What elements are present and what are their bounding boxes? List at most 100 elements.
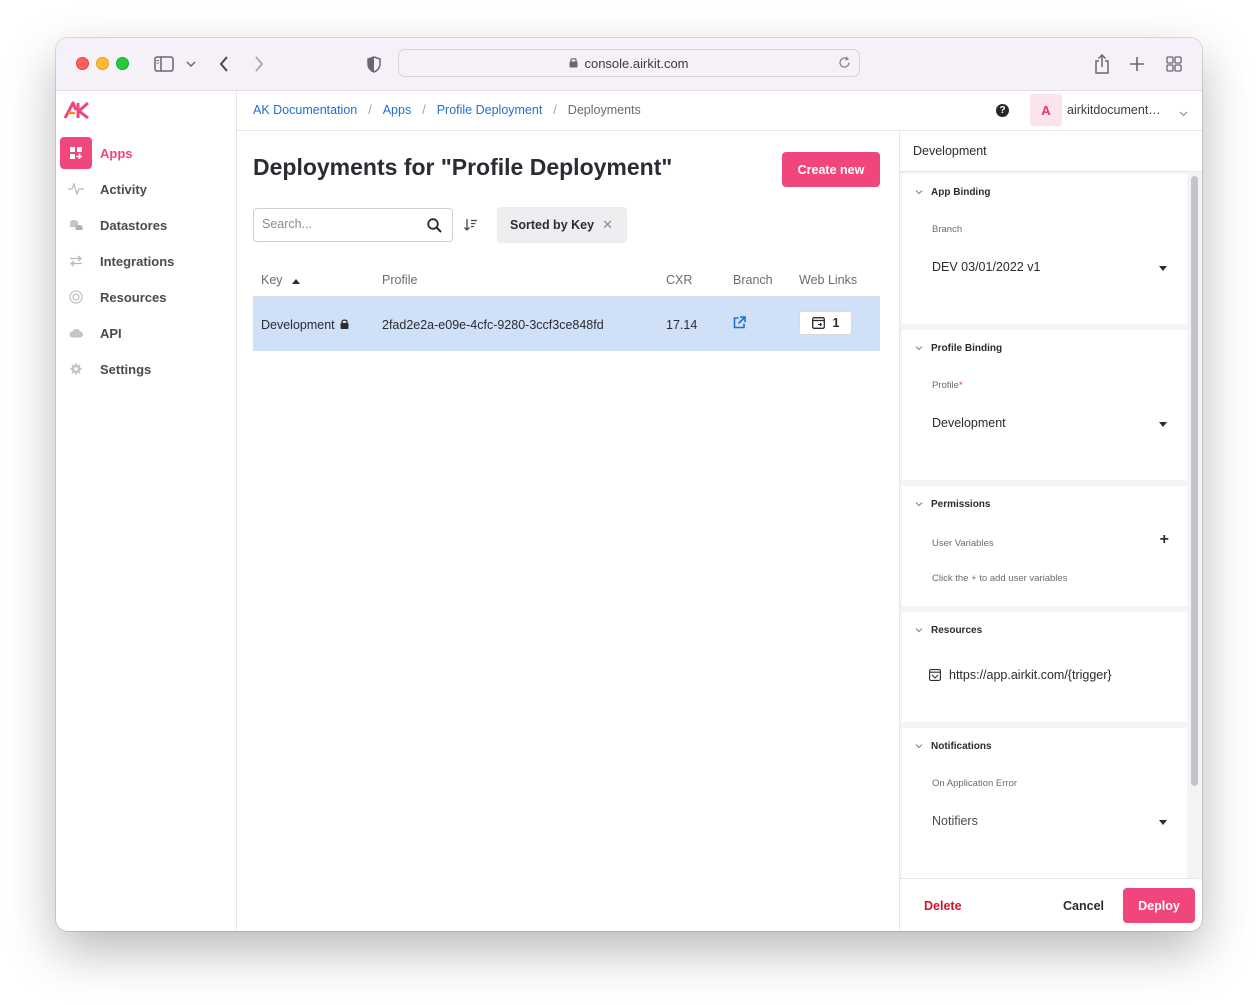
back-icon[interactable]	[217, 53, 231, 75]
reload-icon[interactable]	[838, 56, 851, 72]
new-tab-icon[interactable]	[1127, 53, 1147, 75]
dropdown-caret-icon[interactable]	[1159, 820, 1167, 825]
browser-toolbar: console.airkit.com	[56, 38, 1202, 91]
user-variables-hint: Click the + to add user variables	[932, 573, 1068, 584]
required-mark: *	[958, 380, 963, 391]
section-header[interactable]: Profile Binding	[915, 343, 1002, 354]
panel-scrollbar[interactable]	[1189, 176, 1199, 916]
integrations-icon	[60, 245, 92, 277]
help-icon[interactable]: ?	[996, 104, 1009, 117]
sidebar-item-label: Resources	[100, 289, 167, 305]
panel-title: Development	[900, 132, 1202, 172]
breadcrumb-current: Deployments	[567, 103, 641, 117]
breadcrumb-link[interactable]: Apps	[383, 103, 412, 117]
sidebar-item-apps[interactable]: Apps	[60, 137, 230, 169]
tab-overview-icon[interactable]	[1164, 53, 1184, 75]
web-link-icon	[811, 317, 825, 329]
sidebar-item-api[interactable]: API	[60, 317, 230, 349]
section-title: Permissions	[931, 499, 991, 510]
share-icon[interactable]	[1092, 53, 1112, 75]
row-key: Development	[261, 318, 349, 332]
profile-binding-section: Profile Binding Profile* Development	[902, 330, 1187, 480]
column-header-key[interactable]: Key	[261, 273, 301, 287]
section-header[interactable]: Notifications	[915, 741, 992, 752]
section-title: Notifications	[931, 741, 992, 752]
section-header[interactable]: Resources	[915, 625, 982, 636]
profile-label: Profile*	[932, 380, 963, 391]
breadcrumb-link[interactable]: Profile Deployment	[437, 103, 543, 117]
avatar[interactable]: A	[1030, 94, 1062, 126]
section-header[interactable]: Permissions	[915, 499, 990, 510]
org-name[interactable]: airkitdocumentation	[1067, 103, 1162, 117]
close-icon[interactable]: ✕	[602, 218, 613, 231]
sidebar-toggle-icon[interactable]	[153, 53, 175, 75]
sidebar-item-integrations[interactable]: Integrations	[60, 245, 230, 277]
lock-icon	[340, 319, 349, 329]
web-links-button[interactable]: 1	[799, 311, 852, 335]
section-title: Resources	[931, 625, 983, 636]
user-variables-label: User Variables	[932, 538, 994, 549]
permissions-section: Permissions User Variables + Click the +…	[902, 486, 1187, 606]
on-application-error-label: On Application Error	[932, 778, 1018, 789]
app-header: AK Documentation / Apps / Profile Deploy…	[237, 91, 1202, 131]
dropdown-caret-icon[interactable]	[1159, 266, 1167, 271]
minimize-window-button[interactable]	[96, 57, 109, 70]
settings-icon	[60, 353, 92, 385]
close-window-button[interactable]	[76, 57, 89, 70]
section-title: Profile Binding	[931, 343, 1003, 354]
address-bar[interactable]: console.airkit.com	[398, 49, 860, 77]
branch-label: Branch	[932, 224, 963, 235]
delete-button[interactable]: Delete	[924, 899, 962, 913]
sidebar-item-label: Datastores	[100, 217, 168, 233]
sidebar-item-activity[interactable]: Activity	[60, 173, 230, 205]
scrollbar-thumb[interactable]	[1191, 176, 1198, 786]
sidebar-item-settings[interactable]: Settings	[60, 353, 230, 385]
chevron-down-icon[interactable]	[1179, 104, 1188, 122]
dropdown-caret-icon[interactable]	[1159, 422, 1167, 427]
web-links-count: 1	[832, 316, 840, 330]
column-header-web-links[interactable]: Web Links	[799, 273, 857, 287]
breadcrumb: AK Documentation / Apps / Profile Deploy…	[253, 103, 641, 117]
deploy-button[interactable]: Deploy	[1123, 888, 1195, 923]
forward-icon[interactable]	[252, 53, 266, 75]
sort-icon[interactable]	[464, 218, 478, 236]
privacy-shield-icon[interactable]	[365, 53, 383, 75]
breadcrumb-separator: /	[368, 103, 372, 117]
search-box[interactable]	[253, 208, 453, 242]
create-new-button[interactable]: Create new	[782, 152, 880, 187]
sort-chip[interactable]: Sorted by Key ✕	[497, 207, 627, 243]
notifiers-select[interactable]: Notifiers	[932, 814, 978, 828]
zoom-window-button[interactable]	[116, 57, 129, 70]
panel-footer: Delete Cancel Deploy	[900, 878, 1202, 931]
column-header-cxr[interactable]: CXR	[666, 273, 692, 287]
add-user-variable-button[interactable]: +	[1160, 531, 1169, 549]
cancel-button[interactable]: Cancel	[1063, 899, 1104, 913]
sidebar-item-datastores[interactable]: Datastores	[60, 209, 230, 241]
apps-icon	[60, 137, 92, 169]
profile-select[interactable]: Development	[932, 416, 1006, 430]
table-row[interactable]: Development 2fad2e2a-e09e-4cfc-9280-3ccf…	[253, 296, 880, 351]
chevron-down-icon	[915, 346, 923, 351]
breadcrumb-link[interactable]: AK Documentation	[253, 103, 357, 117]
row-cxr: 17.14	[666, 318, 698, 332]
search-input[interactable]	[262, 217, 412, 231]
chevron-down-icon[interactable]	[185, 53, 197, 75]
activity-icon	[60, 173, 92, 205]
sidebar-item-label: API	[100, 325, 122, 341]
chevron-down-icon	[915, 744, 923, 749]
row-key-text: Development	[261, 318, 335, 332]
column-header-profile[interactable]: Profile	[382, 273, 417, 287]
branch-select[interactable]: DEV 03/01/2022 v1	[932, 260, 1040, 274]
chevron-down-icon	[915, 502, 923, 507]
resources-section: Resources https://app.airkit.com/{trigge…	[902, 612, 1187, 722]
external-link-icon[interactable]	[733, 316, 746, 332]
sidebar: Apps Activity Datastores Integrations Re…	[56, 91, 237, 931]
section-title: App Binding	[931, 187, 991, 198]
section-header[interactable]: App Binding	[915, 187, 990, 198]
resource-url-link[interactable]: https://app.airkit.com/{trigger}	[949, 668, 1112, 682]
resources-icon	[60, 281, 92, 313]
search-icon[interactable]	[427, 218, 442, 238]
column-header-branch[interactable]: Branch	[733, 273, 773, 287]
sidebar-item-resources[interactable]: Resources	[60, 281, 230, 313]
airkit-logo[interactable]	[63, 101, 90, 124]
